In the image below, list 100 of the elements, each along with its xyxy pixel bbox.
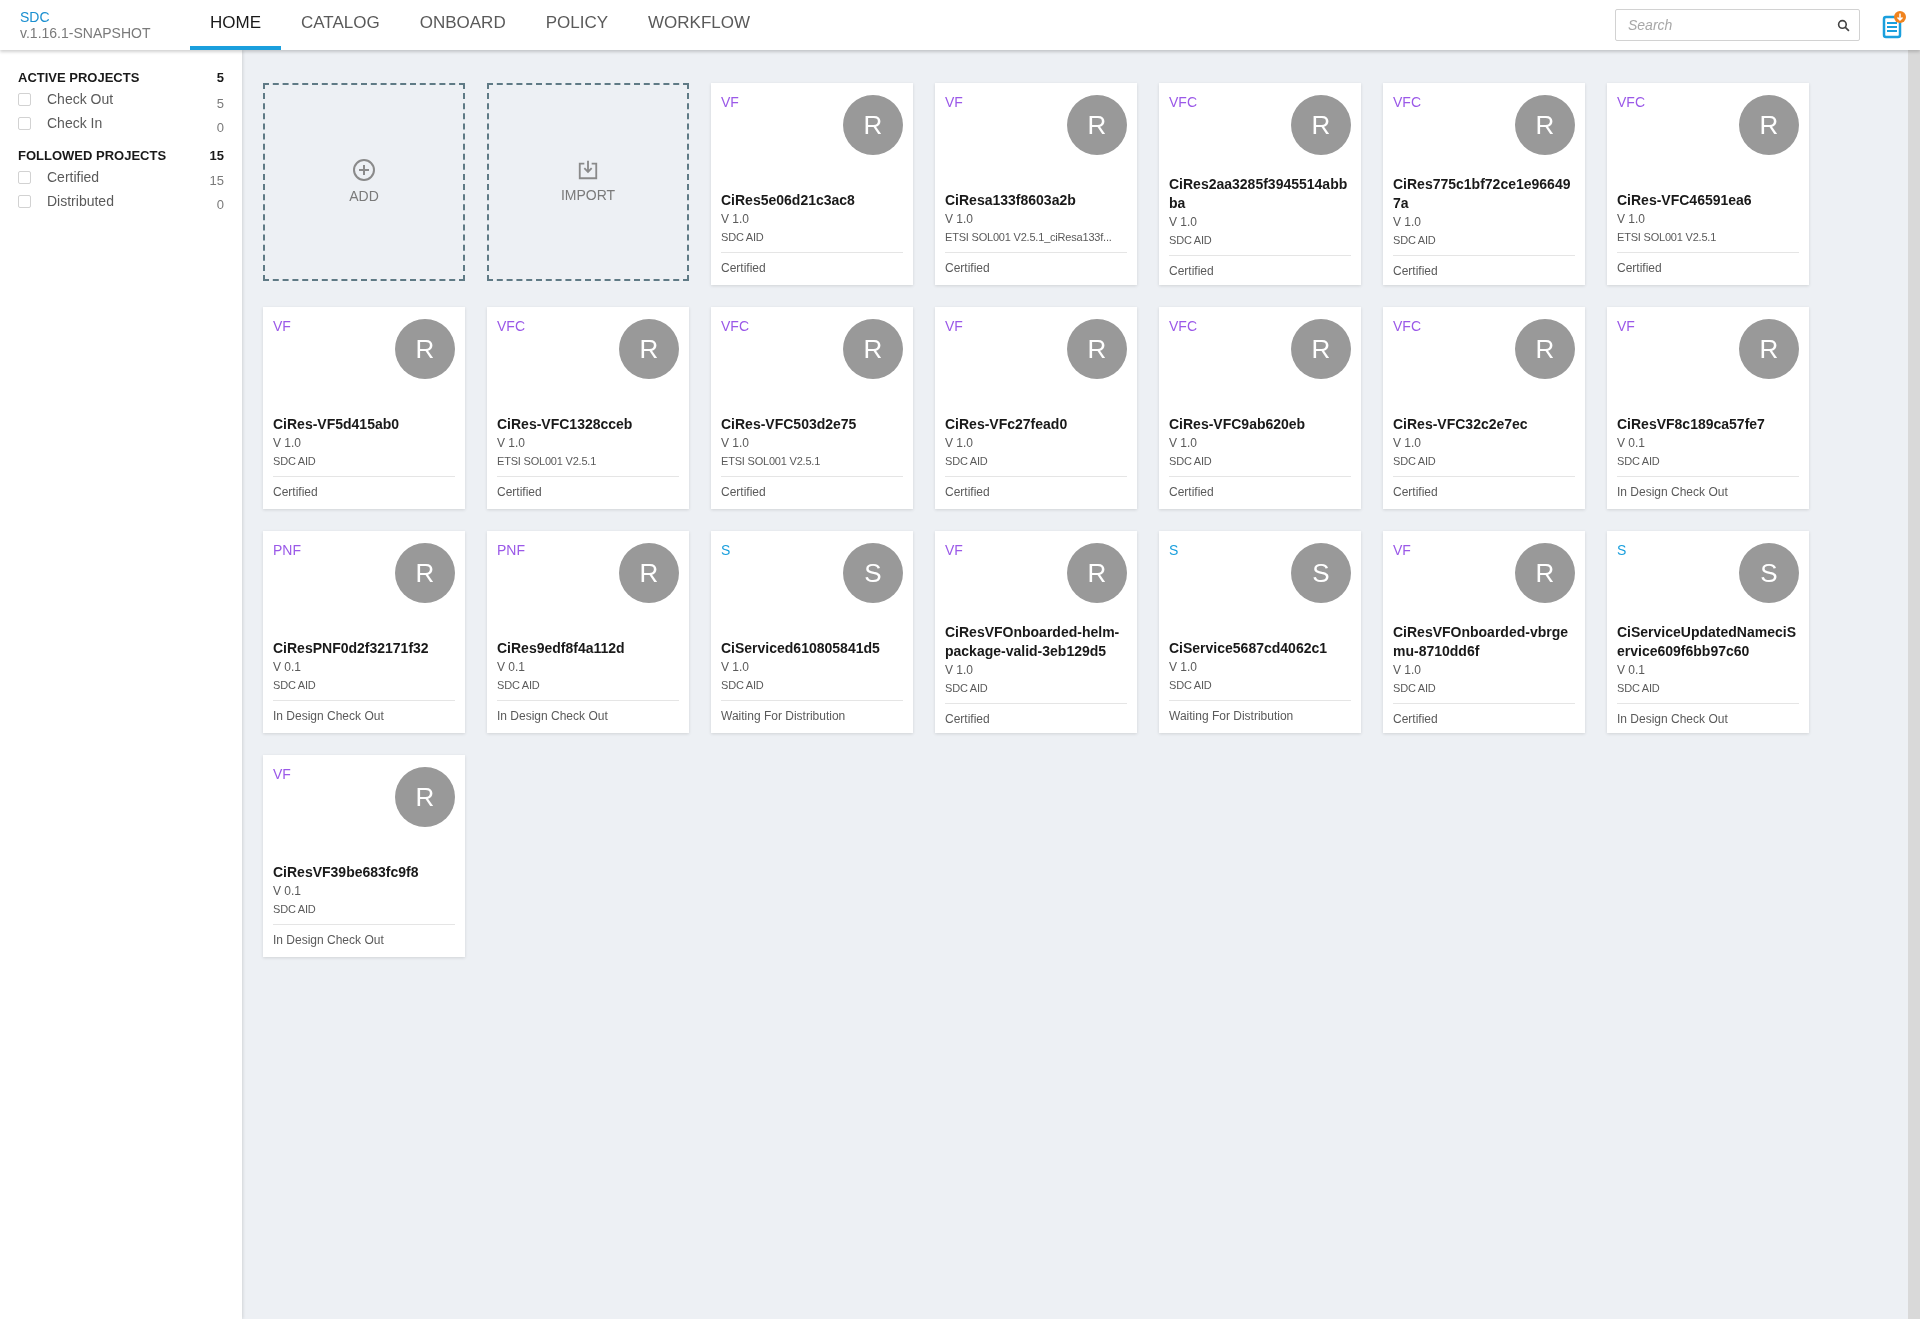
type-label: S: [1617, 541, 1627, 559]
plus-circle-icon: [352, 157, 376, 182]
status-text: Certified: [721, 260, 767, 277]
card-title: CiRes-VFC46591ea6: [1617, 191, 1753, 210]
version-text: V 1.0: [945, 211, 975, 228]
type-label: VFC: [1393, 93, 1421, 111]
status-text: In Design Check Out: [497, 708, 609, 725]
vendor-text: SDC AID: [273, 902, 317, 917]
type-label: VF: [1617, 317, 1635, 335]
version-text: V 1.0: [1393, 214, 1423, 231]
section-title: ACTIVE PROJECTS: [18, 69, 140, 87]
asset-card[interactable]: VFC R CiRes775c1bf72ce1e966497a V 1.0 SDC AID Certified: [1383, 83, 1585, 285]
filter-checkbox[interactable]: [18, 194, 31, 208]
asset-card[interactable]: VFC R CiRes-VFC1328cceb V 1.0 ETSI SOL001 V2.5.1 Certified: [487, 307, 689, 509]
version-text: V 0.1: [1617, 662, 1647, 679]
vendor-text: SDC AID: [945, 454, 989, 469]
asset-card[interactable]: PNF R CiResPNF0d2f32171f32 V 0.1 SDC AID In Design Check Out: [263, 531, 465, 733]
version-text: V 1.0: [497, 435, 527, 452]
status-text: In Design Check Out: [1617, 711, 1729, 728]
asset-card[interactable]: VF R CiResVFOnboarded-vbrgemu-8710dd6f V 1.0 SDC AID Certified: [1383, 531, 1585, 733]
type-label: VFC: [1169, 317, 1197, 335]
asset-card[interactable]: VF R CiResVFOnboarded-helm-package-valid-3eb129d5 V 1.0 SDC AID Certified: [935, 531, 1137, 733]
version-text: V 1.0: [721, 659, 751, 676]
card-title: CiRes775c1bf72ce1e966497a: [1393, 175, 1572, 213]
asset-card[interactable]: VFC R CiRes-VFC503d2e75 V 1.0 ETSI SOL001 V2.5.1 Certified: [711, 307, 913, 509]
version-text: V 1.0: [945, 435, 975, 452]
card-title: CiRes5e06d21c3ac8: [721, 191, 856, 210]
vendor-text: SDC AID: [1617, 681, 1661, 696]
type-label: VFC: [1617, 93, 1645, 111]
vendor-text: SDC AID: [1617, 454, 1661, 469]
asset-card[interactable]: VF R CiResa133f8603a2b V 1.0 ETSI SOL001 V2.5.1_ciResa133f... Certified: [935, 83, 1137, 285]
version-text: V 0.1: [273, 659, 303, 676]
asset-card[interactable]: S S CiService5687cd4062c1 V 1.0 SDC AID Waiting For Distribution: [1159, 531, 1361, 733]
type-label: VF: [273, 317, 291, 335]
card-title: CiResVF8c189ca57fe7: [1617, 415, 1766, 434]
vendor-text: SDC AID: [945, 681, 989, 696]
asset-card[interactable]: PNF R CiRes9edf8f4a112d V 0.1 SDC AID In Design Check Out: [487, 531, 689, 733]
filter-label: Certified: [47, 167, 101, 187]
app-version: v.1.16.1-SNAPSHOT: [20, 25, 152, 41]
version-text: V 1.0: [1169, 214, 1199, 231]
asset-card[interactable]: VFC R CiRes-VFC9ab620eb V 1.0 SDC AID Certified: [1159, 307, 1361, 509]
vendor-text: ETSI SOL001 V2.5.1: [497, 454, 598, 469]
asset-card[interactable]: VF R CiResVF8c189ca57fe7 V 0.1 SDC AID In Design Check Out: [1607, 307, 1809, 509]
action-tile[interactable]: IMPORT: [487, 83, 689, 281]
vendor-text: SDC AID: [273, 678, 317, 693]
download-tray-icon: [577, 158, 599, 181]
type-label: PNF: [273, 541, 301, 559]
section-count: 15: [209, 146, 224, 165]
card-title: CiServiced610805841d5: [721, 639, 881, 658]
asset-card[interactable]: S S CiServiceUpdatedNameciService609f6bb97c60 V 0.1 SDC AID In Design Check Out: [1607, 531, 1809, 733]
status-text: Certified: [1393, 263, 1439, 280]
status-text: Certified: [945, 260, 991, 277]
nav-tab[interactable]: CATALOG: [281, 0, 400, 50]
type-label: VFC: [1169, 93, 1197, 111]
filter-checkbox[interactable]: [18, 170, 31, 184]
asset-card[interactable]: VFC R CiRes-VFC32c2e7ec V 1.0 SDC AID Certified: [1383, 307, 1585, 509]
type-label: VFC: [497, 317, 525, 335]
status-text: In Design Check Out: [273, 932, 385, 949]
version-text: V 1.0: [721, 211, 751, 228]
type-label: VFC: [1393, 317, 1421, 335]
asset-card[interactable]: VF R CiRes-VFc27fead0 V 1.0 SDC AID Certified: [935, 307, 1137, 509]
vendor-text: SDC AID: [273, 454, 317, 469]
card-title: CiRes-VFc27fead0: [945, 415, 1069, 434]
version-text: V 1.0: [1393, 662, 1423, 679]
card-title: CiResVFOnboarded-vbrgemu-8710dd6f: [1393, 623, 1570, 661]
filter-checkbox[interactable]: [18, 93, 31, 106]
type-label: VF: [721, 93, 739, 111]
filter-label: Check Out: [47, 90, 115, 109]
nav-tab[interactable]: POLICY: [525, 0, 629, 50]
asset-card[interactable]: S S CiServiced610805841d5 V 1.0 SDC AID Waiting For Distribution: [711, 531, 913, 733]
version-text: V 0.1: [497, 659, 527, 676]
vendor-text: SDC AID: [1169, 233, 1213, 248]
status-text: Waiting For Distribution: [1169, 708, 1295, 725]
nav-tab[interactable]: WORKFLOW: [628, 0, 771, 50]
type-label: VF: [1393, 541, 1411, 559]
version-text: V 1.0: [1393, 435, 1423, 452]
status-text: Certified: [1169, 484, 1215, 501]
filter-label: Check In: [47, 114, 104, 133]
status-text: Certified: [273, 484, 319, 501]
nav-tab[interactable]: ONBOARD: [399, 0, 526, 50]
type-label: S: [721, 541, 731, 559]
action-tile[interactable]: ADD: [263, 83, 465, 281]
type-label: VF: [945, 317, 963, 335]
vendor-text: SDC AID: [721, 230, 765, 245]
version-text: V 0.1: [273, 883, 303, 900]
card-title: CiRes9edf8f4a112d: [497, 639, 626, 658]
asset-card[interactable]: VF R CiRes5e06d21c3ac8 V 1.0 SDC AID Certified: [711, 83, 913, 285]
asset-card[interactable]: VF R CiResVF39be683fc9f8 V 0.1 SDC AID In Design Check Out: [263, 755, 465, 957]
search-field[interactable]: Search: [1615, 9, 1860, 41]
asset-card[interactable]: VFC R CiRes-VFC46591ea6 V 1.0 ETSI SOL001 V2.5.1 Certified: [1607, 83, 1809, 285]
version-text: V 0.1: [1617, 435, 1647, 452]
card-title: CiResVFOnboarded-helm-package-valid-3eb129d5: [945, 623, 1121, 661]
version-text: V 1.0: [945, 662, 975, 679]
asset-card[interactable]: VFC R CiRes2aa3285f3945514abbba V 1.0 SDC AID Certified: [1159, 83, 1361, 285]
version-text: V 1.0: [721, 435, 751, 452]
version-text: V 1.0: [1169, 659, 1199, 676]
asset-card[interactable]: VF R CiRes-VF5d415ab0 V 1.0 SDC AID Certified: [263, 307, 465, 509]
card-title: CiResVF39be683fc9f8: [273, 863, 420, 882]
notification-document-icon[interactable]: [1882, 11, 1906, 39]
filter-checkbox[interactable]: [18, 117, 31, 130]
